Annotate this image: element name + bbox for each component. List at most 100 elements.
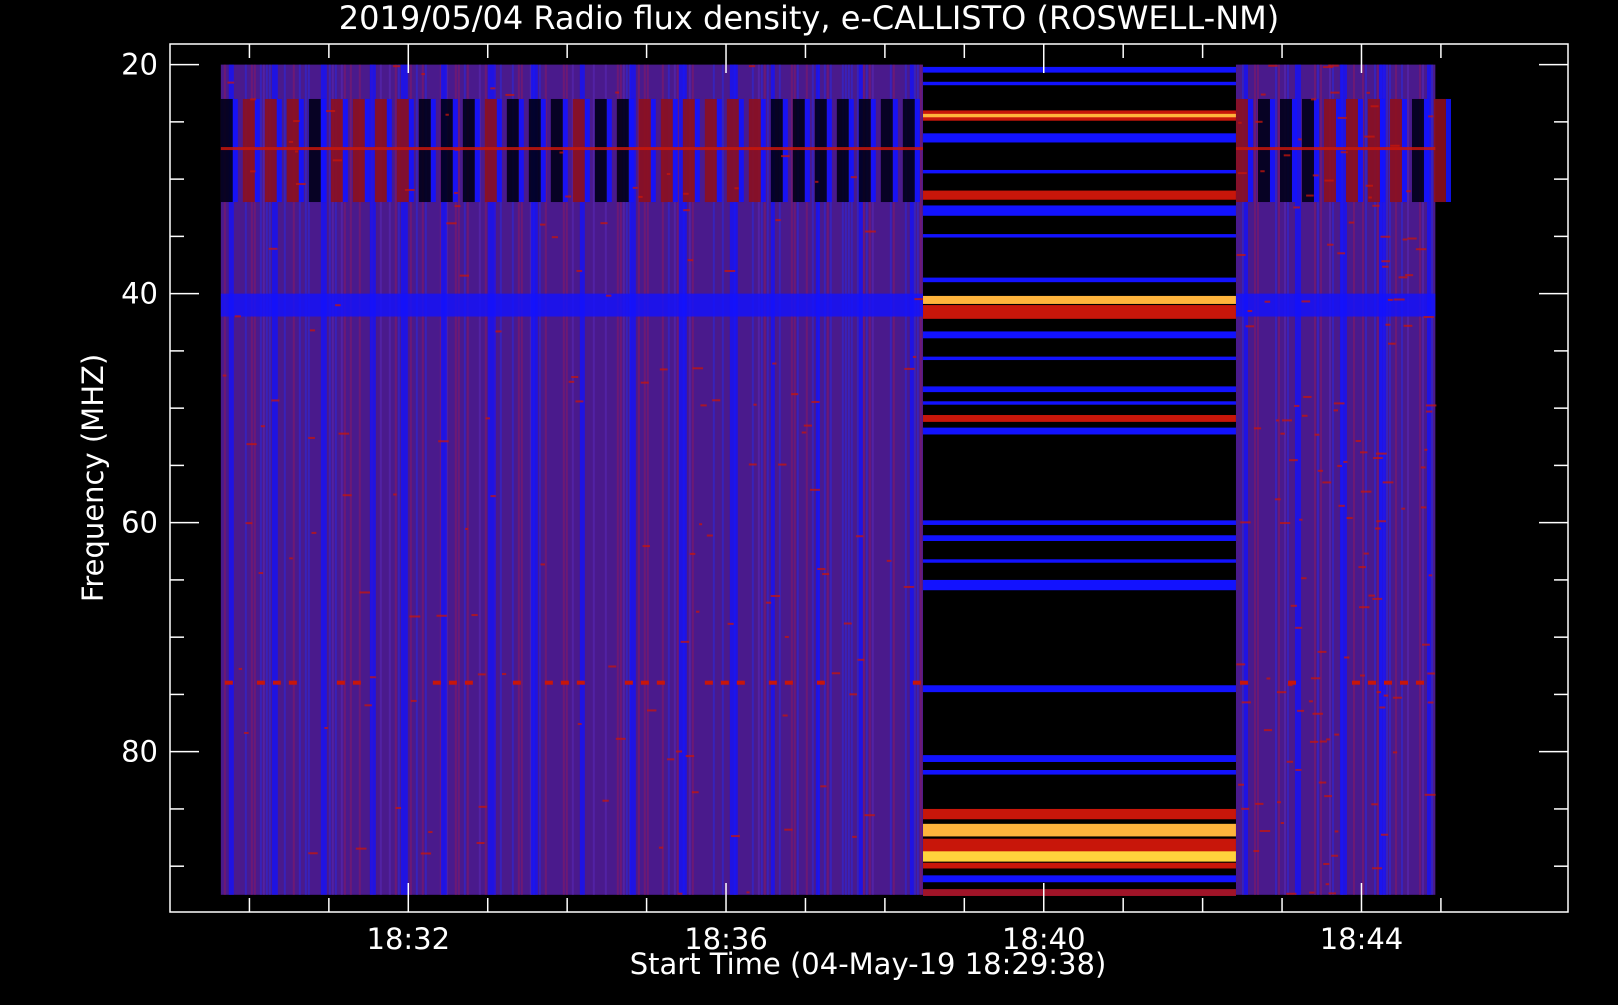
speckle (1317, 650, 1327, 653)
speckle (1295, 626, 1303, 629)
speckle (1379, 706, 1386, 709)
speckle (1331, 854, 1339, 857)
calibration-band (923, 401, 1236, 405)
speckle (811, 400, 820, 403)
rfi-dot (448, 680, 457, 685)
calibration-band (923, 535, 1236, 541)
speckle (1266, 677, 1271, 680)
calibration-band (923, 875, 1236, 883)
speckle (293, 120, 300, 123)
y-tick-label: 60 (121, 506, 158, 540)
x-tick-label: 18:44 (1320, 922, 1404, 956)
band-block (276, 98, 282, 203)
speckle (1301, 577, 1307, 580)
rfi-dot (656, 680, 665, 685)
speckle (1280, 822, 1284, 825)
speckle (1280, 432, 1285, 435)
speckle (471, 614, 478, 617)
speckle (369, 676, 376, 679)
x-tick-label: 18:32 (367, 922, 451, 956)
speckle (748, 463, 757, 466)
speckle (1277, 801, 1281, 804)
speckle (295, 183, 306, 186)
speckle (1241, 807, 1250, 810)
speckle (490, 87, 496, 90)
speckle (1238, 783, 1244, 786)
rfi-dot (464, 680, 473, 685)
speckle (1299, 518, 1303, 521)
speckle (1309, 891, 1315, 894)
rfi-dot (1367, 680, 1376, 685)
texture-column (1406, 64, 1409, 895)
speckle (1337, 116, 1347, 119)
speckle (1346, 517, 1353, 520)
rfi-dot (720, 680, 729, 685)
band-block (254, 98, 260, 203)
speckle (453, 191, 458, 194)
band-block (650, 98, 656, 203)
speckle (454, 148, 460, 151)
band-block (1257, 98, 1270, 203)
band-block (1357, 98, 1363, 203)
speckle (454, 205, 461, 208)
speckle (1373, 457, 1383, 460)
speckle (1333, 409, 1339, 412)
speckle (1427, 701, 1434, 704)
rfi-dot (784, 680, 793, 685)
speckle (465, 527, 469, 530)
calibration-band (923, 133, 1236, 143)
speckle (1275, 419, 1279, 422)
band-block (1269, 98, 1275, 203)
calibration-band (923, 386, 1236, 393)
band-block (220, 98, 233, 203)
band-block (1313, 98, 1319, 203)
speckle (886, 559, 892, 562)
speckle (1387, 298, 1393, 301)
band-block (1279, 98, 1292, 203)
band-block (1291, 98, 1297, 203)
rfi-dot (1399, 680, 1408, 685)
speckle (1366, 91, 1370, 94)
speckle (646, 709, 657, 712)
speckle (551, 236, 558, 239)
speckle (602, 799, 609, 802)
speckle (1424, 793, 1436, 796)
speckle (1293, 404, 1300, 407)
texture-column (262, 64, 265, 895)
speckle (246, 443, 257, 446)
speckle (1368, 196, 1372, 199)
speckle (864, 814, 875, 817)
speckle (1334, 830, 1339, 833)
speckle (260, 425, 266, 428)
band-block (1433, 98, 1446, 203)
speckle (576, 269, 583, 272)
band-block (572, 98, 585, 203)
rfi-dot (336, 680, 345, 685)
speckle (642, 545, 650, 548)
calibration-band (923, 305, 1236, 319)
band-block (518, 98, 524, 203)
texture-column (283, 64, 286, 895)
speckle (1260, 170, 1265, 173)
calibration-band (923, 823, 1236, 837)
speckle (1253, 427, 1262, 430)
speckle (477, 673, 486, 676)
speckle (1290, 604, 1297, 607)
speckle (746, 891, 750, 894)
speckle (1381, 260, 1391, 263)
texture-column (1274, 64, 1277, 895)
band-block (264, 98, 277, 203)
speckle (724, 269, 736, 272)
speckle (1312, 174, 1319, 177)
speckle (809, 488, 820, 491)
speckle (1295, 768, 1302, 771)
speckle (1363, 552, 1369, 555)
speckle (1393, 298, 1405, 301)
speckle (1279, 522, 1291, 525)
rfi-dot (224, 680, 233, 685)
speckle (1324, 795, 1332, 798)
calibration-band (923, 851, 1236, 862)
texture-column (1253, 64, 1256, 895)
band-block (594, 98, 607, 203)
texture-column (1430, 64, 1433, 895)
